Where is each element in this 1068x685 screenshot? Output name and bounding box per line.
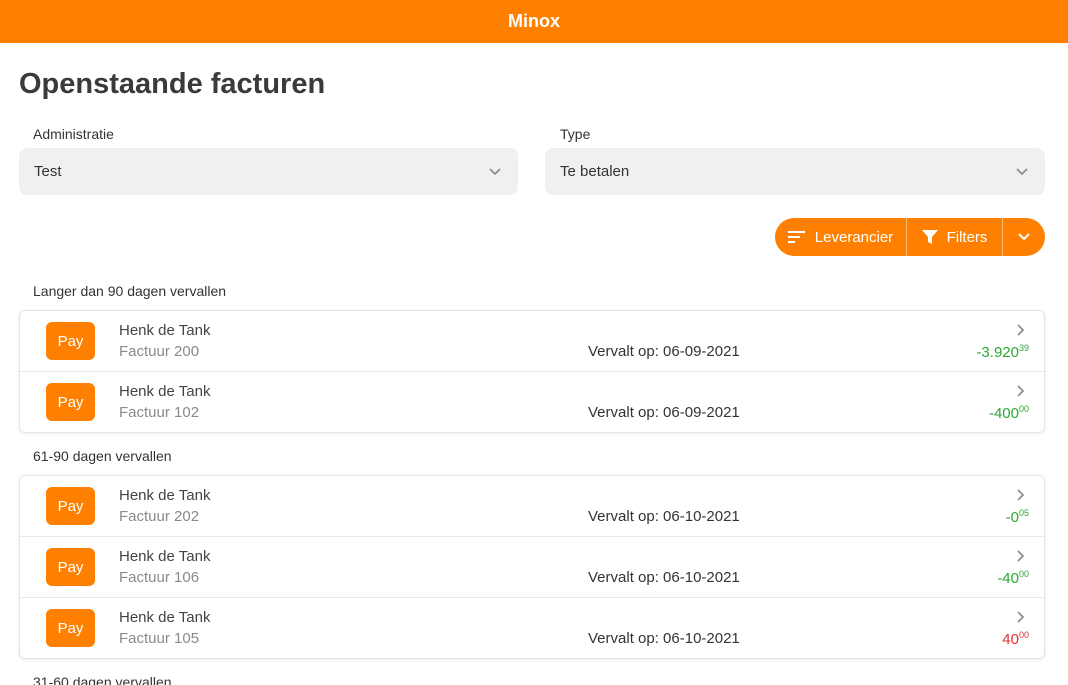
chevron-right-icon [1017, 550, 1025, 562]
due-date: Vervalt op: 06-10-2021 [588, 508, 740, 525]
invoice-number: Factuur 102 [119, 404, 200, 421]
toolbar-button-group: Leverancier Filters [775, 218, 1045, 256]
invoice-number: Factuur 202 [119, 508, 200, 525]
invoice-row[interactable]: Pay Henk de Tank Factuur 202 Vervalt op: 06… [20, 476, 1044, 537]
invoice-number: Factuur 106 [119, 569, 200, 586]
supplier-name: Henk de Tank [119, 322, 211, 339]
group-label: 31-60 dagen vervallen [33, 674, 172, 685]
due-date: Vervalt op: 06-10-2021 [588, 569, 740, 586]
amount-fraction: 00 [1018, 404, 1029, 414]
amount-fraction: 00 [1018, 630, 1029, 640]
sort-label: Leverancier [814, 228, 894, 246]
amount-fraction: 05 [1018, 508, 1029, 518]
app-header: Minox [0, 0, 1068, 43]
invoice-row[interactable]: Pay Henk de Tank Factuur 106 Vervalt op: 06… [20, 537, 1044, 598]
invoice-card: Pay Henk de Tank Factuur 202 Vervalt op: 06… [19, 475, 1045, 659]
chevron-down-icon [489, 168, 501, 176]
administratie-select[interactable]: Test [19, 148, 518, 195]
invoice-amount: -3.92039 [976, 343, 1029, 361]
invoice-amount: -4000 [997, 569, 1029, 587]
amount-main: -400 [988, 405, 1019, 422]
amount-main: -0 [1005, 509, 1019, 526]
invoice-amount: 4000 [1002, 630, 1029, 648]
invoice-row[interactable]: Pay Henk de Tank Factuur 102 Vervalt op: 06… [20, 372, 1044, 432]
page-title: Openstaande facturen [19, 68, 326, 100]
due-date: Vervalt op: 06-09-2021 [588, 343, 740, 360]
amount-main: -40 [997, 570, 1019, 587]
invoice-amount: -40000 [989, 404, 1029, 422]
group-label: 61-90 dagen vervallen [33, 448, 172, 464]
chevron-down-icon [1016, 168, 1028, 176]
pay-button[interactable]: Pay [46, 548, 95, 586]
type-select[interactable]: Te betalen [545, 148, 1045, 195]
amount-main: 40 [1002, 631, 1019, 648]
amount-main: -3.920 [976, 344, 1019, 361]
sort-button[interactable]: Leverancier [775, 218, 907, 256]
administratie-label: Administratie [33, 126, 114, 142]
more-options-button[interactable] [1003, 218, 1045, 256]
sort-icon [787, 231, 805, 243]
due-date: Vervalt op: 06-09-2021 [588, 404, 740, 421]
supplier-name: Henk de Tank [119, 548, 211, 565]
pay-button[interactable]: Pay [46, 383, 95, 421]
pay-button[interactable]: Pay [46, 487, 95, 525]
type-label: Type [560, 126, 591, 142]
filter-icon [921, 230, 938, 244]
chevron-right-icon [1017, 611, 1025, 623]
filters-label: Filters [946, 228, 988, 246]
pay-button[interactable]: Pay [46, 609, 95, 647]
invoice-amount: -005 [1006, 508, 1029, 526]
invoice-row[interactable]: Pay Henk de Tank Factuur 200 Vervalt op: 06… [20, 311, 1044, 372]
due-date: Vervalt op: 06-10-2021 [588, 630, 740, 647]
filters-button[interactable]: Filters [907, 218, 1003, 256]
supplier-name: Henk de Tank [119, 609, 211, 626]
chevron-down-icon [1018, 233, 1030, 241]
amount-fraction: 00 [1018, 569, 1029, 579]
chevron-right-icon [1017, 385, 1025, 397]
type-value: Te betalen [560, 163, 630, 180]
pay-button[interactable]: Pay [46, 322, 95, 360]
amount-fraction: 39 [1018, 343, 1029, 353]
invoice-row[interactable]: Pay Henk de Tank Factuur 105 Vervalt op: 06… [20, 598, 1044, 658]
chevron-right-icon [1017, 489, 1025, 501]
invoice-number: Factuur 105 [119, 630, 200, 647]
supplier-name: Henk de Tank [119, 383, 211, 400]
group-label: Langer dan 90 dagen vervallen [33, 283, 227, 299]
invoice-card: Pay Henk de Tank Factuur 200 Vervalt op: 06… [19, 310, 1045, 433]
supplier-name: Henk de Tank [119, 487, 211, 504]
app-title: Minox [508, 11, 560, 31]
invoice-number: Factuur 200 [119, 343, 200, 360]
chevron-right-icon [1017, 324, 1025, 336]
administratie-value: Test [34, 163, 62, 180]
